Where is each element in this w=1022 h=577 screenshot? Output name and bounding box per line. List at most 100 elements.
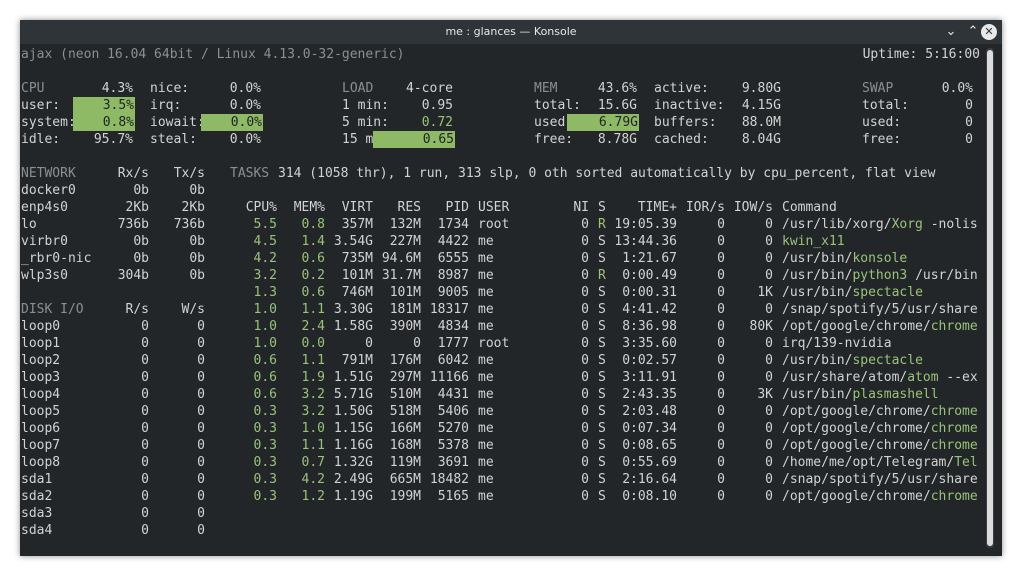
cpu-value: 4.3% [101,81,133,96]
proc-command: /usr/lib/xorg/Xorg -nolis [782,217,978,232]
disk-device: loop8 [21,455,61,470]
disk-r: 0 [141,489,149,504]
network-tx-header: Tx/s [173,166,205,181]
proc-command: /opt/google/chrome/chrome [782,404,978,419]
proc-res: 181M [389,302,421,317]
proc-user: root [478,336,510,351]
mem-value2: 88.0M [741,115,781,130]
proc-user: me [478,489,494,504]
proc-res: 119M [389,455,421,470]
proc-ior: 0 [717,285,725,300]
proc-iow: 3K [757,387,773,402]
proc-virt: 746M [341,285,373,300]
proc-mem: 0.6 [301,285,325,300]
swap-value: 0 [965,115,973,130]
load-value: 0.72 [421,115,453,130]
proc-mem: 0.6 [301,251,325,266]
network-interface: lo [21,217,37,232]
proc-cpu: 0.3 [253,438,277,453]
proc-res: 297M [389,370,421,385]
proc-virt: 1.58G [333,319,373,334]
load-value: 0.95 [421,98,453,113]
network-tx: 0b [189,183,205,198]
proc-cpu: 5.5 [253,217,277,232]
system-info: ajax (neon 16.04 64bit / Linux 4.13.0-32… [21,47,405,62]
minimize-icon[interactable]: ⌄ [942,23,960,41]
proc-user: me [478,353,494,368]
swap-value: 0 [965,132,973,147]
proc-pid: 8987 [437,268,469,283]
proc-header-iow: IOW/s [733,200,773,215]
mem-label: MEM [534,81,558,96]
disk-w: 0 [197,387,205,402]
proc-ior: 0 [717,489,725,504]
proc-iow: 1K [757,285,773,300]
proc-header-ior: IOR/s [685,200,725,215]
proc-res: 0 [413,336,421,351]
proc-user: root [478,217,510,232]
proc-ni: 0 [581,438,589,453]
maximize-icon[interactable]: ⌃ [964,23,982,41]
proc-mem: 3.2 [301,404,325,419]
cpu-value2: 0.0% [201,114,263,131]
swap-label: SWAP [862,81,894,96]
proc-ni: 0 [581,387,589,402]
disk-r: 0 [141,353,149,368]
terminal-area[interactable]: ajax (neon 16.04 64bit / Linux 4.13.0-32… [20,44,1002,556]
proc-pid: 11166 [429,370,469,385]
proc-mem: 1.0 [301,421,325,436]
proc-time: 0:07.34 [622,421,677,436]
proc-mem: 1.9 [301,370,325,385]
cpu-label2: iowait: [150,115,205,130]
disk-device: sda2 [21,489,53,504]
proc-mem: 1.4 [301,234,325,249]
network-rx: 0b [133,183,149,198]
proc-iow: 0 [765,370,773,385]
proc-header-user: USER [478,200,510,215]
network-header: NETWORK [21,166,76,181]
proc-res: 176M [389,353,421,368]
proc-mem: 3.2 [301,387,325,402]
proc-cpu: 1.0 [253,302,277,317]
title-bar[interactable]: me : glances — Konsole ⌄ ⌃ ✕ [20,20,1002,44]
proc-iow: 0 [765,404,773,419]
proc-command: kwin_x11 [782,234,845,249]
proc-user: me [478,268,494,283]
network-rx: 0b [133,234,149,249]
mem-label2: buffers: [654,115,717,130]
proc-virt: 791M [341,353,373,368]
proc-virt: 0 [365,336,373,351]
disk-device: loop1 [21,336,61,351]
proc-iow: 0 [765,251,773,266]
proc-time: 3:35.60 [622,336,677,351]
cpu-label2: steal: [150,132,197,147]
mem-label2: cached: [654,132,709,147]
swap-label: total: [862,98,909,113]
cpu-value2: 0.0% [229,132,261,147]
proc-cpu: 0.3 [253,404,277,419]
network-tx: 0b [189,268,205,283]
scrollbar-thumb[interactable] [987,50,993,546]
network-rx: 0b [133,251,149,266]
proc-user: me [478,251,494,266]
disk-device: loop3 [21,370,61,385]
proc-ni: 0 [581,234,589,249]
proc-cpu: 1.3 [253,285,277,300]
proc-pid: 5270 [437,421,469,436]
mem-value2: 4.15G [741,98,781,113]
proc-pid: 4834 [437,319,469,334]
cpu-label2: irq: [150,98,182,113]
proc-ior: 0 [717,319,725,334]
proc-ior: 0 [717,234,725,249]
disk-device: sda3 [21,506,53,521]
cpu-label2: nice: [150,81,190,96]
disk-r: 0 [141,319,149,334]
proc-cpu: 4.5 [253,234,277,249]
disk-device: loop0 [21,319,61,334]
proc-virt: 101M [341,268,373,283]
close-icon[interactable]: ✕ [981,24,997,40]
proc-user: me [478,421,494,436]
proc-cpu: 0.6 [253,387,277,402]
proc-virt: 5.71G [333,387,373,402]
cpu-value2: 0.0% [229,81,261,96]
